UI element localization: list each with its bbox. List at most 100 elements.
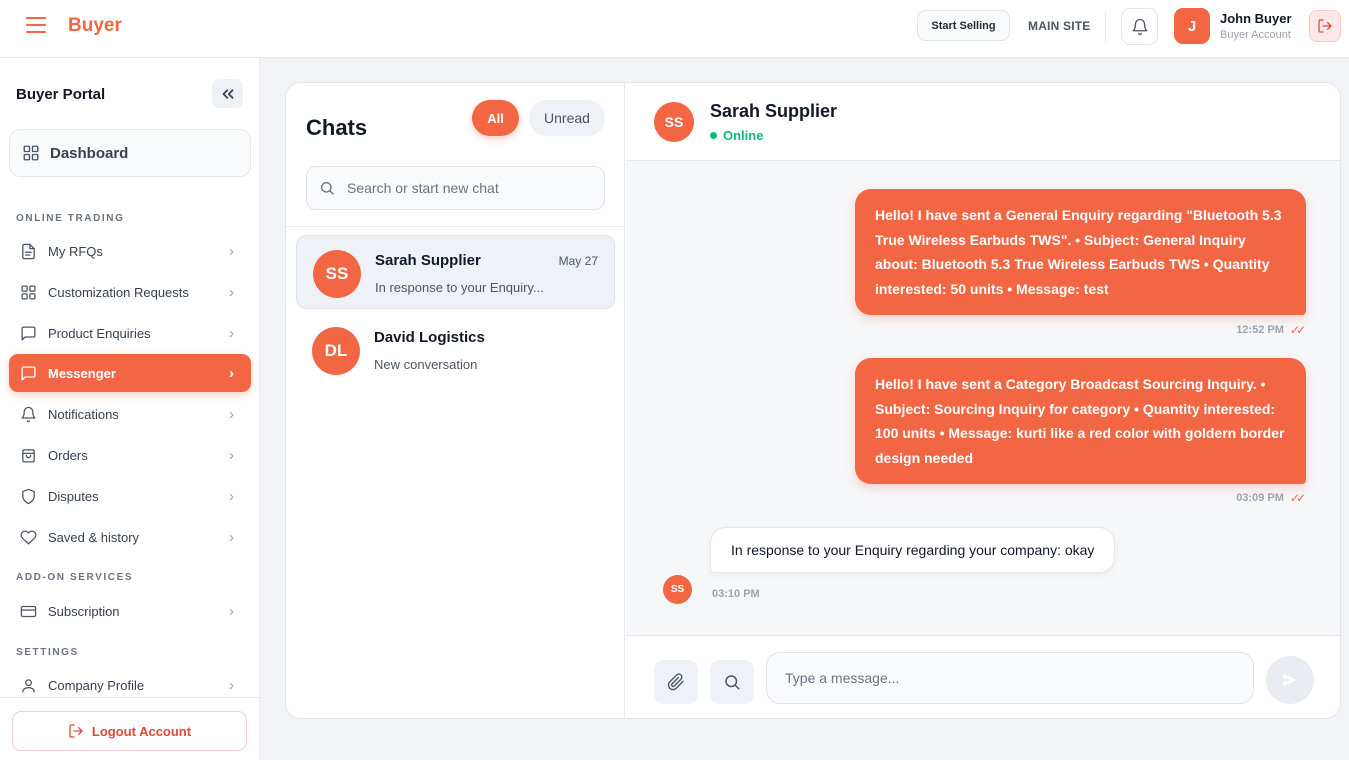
messenger-panel: Chats All Unread SS Sarah Supplier May 2… — [285, 82, 1341, 719]
sidebar-item-dashboard[interactable]: Dashboard — [9, 129, 251, 177]
logout-icon — [69, 724, 83, 738]
user-role: Buyer Account — [1220, 29, 1291, 41]
sidebar-item-label: Saved & history — [48, 529, 140, 545]
sidebar-item-label: Disputes — [48, 488, 99, 504]
header-divider — [1105, 12, 1106, 42]
chevron-right-icon: › — [229, 446, 234, 464]
logout-icon-button[interactable] — [1309, 10, 1341, 42]
sidebar-item-label: Company Profile — [48, 677, 145, 693]
sidebar-item-my-rfqs[interactable]: My RFQs › — [9, 232, 251, 270]
message-bubble-sent: Hello! I have sent a General Enquiry reg… — [855, 189, 1306, 315]
message-time: 12:52 PM — [1236, 324, 1284, 336]
start-selling-button[interactable]: Start Selling — [917, 10, 1010, 41]
tab-all[interactable]: All — [472, 100, 519, 136]
chat-icon — [21, 365, 36, 381]
chat-search-box — [306, 166, 605, 210]
sidebar: Buyer Portal Dashboard ONLINE TRADING My… — [0, 58, 260, 760]
sidebar-item-company-profile[interactable]: Company Profile › — [9, 666, 251, 704]
message-bubble-sent: Hello! I have sent a Category Broadcast … — [855, 358, 1306, 484]
chat-search-input[interactable] — [347, 180, 597, 196]
menu-icon[interactable] — [26, 17, 46, 35]
chevron-right-icon: › — [229, 676, 234, 694]
message-meta: 03:09 PM ✓✓ — [1236, 491, 1306, 505]
sidebar-item-label: Subscription — [48, 603, 120, 619]
logout-label: Logout Account — [91, 723, 192, 739]
attach-button[interactable] — [654, 660, 698, 704]
online-status: Online — [710, 128, 763, 143]
message-composer — [626, 635, 1340, 718]
logout-account-button[interactable]: Logout Account — [12, 711, 247, 751]
message-meta: 12:52 PM ✓✓ — [1236, 323, 1306, 337]
sidebar-item-customization-requests[interactable]: Customization Requests › — [9, 273, 251, 311]
search-icon — [321, 182, 334, 195]
sidebar-item-saved-history[interactable]: Saved & history › — [9, 518, 251, 556]
avatar: DL — [312, 327, 360, 375]
chevron-right-icon: › — [229, 242, 234, 260]
message-time: 03:09 PM — [1236, 492, 1284, 504]
chat-list-column: Chats All Unread SS Sarah Supplier May 2… — [286, 83, 625, 718]
document-icon — [22, 243, 35, 259]
bell-icon — [21, 406, 36, 422]
shield-icon — [22, 488, 35, 504]
chat-preview: New conversation — [374, 357, 478, 372]
sidebar-divider — [0, 697, 259, 698]
user-avatar[interactable]: J — [1174, 8, 1210, 44]
user-icon — [22, 678, 35, 693]
sidebar-item-product-enquiries[interactable]: Product Enquiries › — [9, 314, 251, 352]
collapse-sidebar-button[interactable] — [212, 79, 243, 108]
section-label-settings: SETTINGS — [16, 647, 79, 658]
sidebar-item-label: Customization Requests — [48, 284, 189, 300]
section-label-add-on-services: ADD-ON SERVICES — [16, 572, 134, 583]
sidebar-item-orders[interactable]: Orders › — [9, 436, 251, 474]
double-check-icon: ✓✓ — [1289, 491, 1306, 505]
search-icon — [725, 675, 740, 690]
main-site-link[interactable]: MAIN SITE — [1028, 19, 1090, 33]
user-name: John Buyer — [1220, 11, 1292, 26]
message-time: 03:10 PM — [712, 588, 760, 600]
message-thread: Hello! I have sent a General Enquiry reg… — [626, 161, 1340, 635]
top-header: Buyer Start Selling MAIN SITE J John Buy… — [0, 0, 1349, 58]
chevrons-left-icon — [222, 88, 233, 99]
grid-icon — [21, 284, 36, 300]
avatar: SS — [663, 575, 692, 604]
tab-unread[interactable]: Unread — [529, 100, 605, 136]
chevron-right-icon: › — [229, 405, 234, 423]
sidebar-item-label: Dashboard — [50, 144, 129, 162]
message-bubble-received: In response to your Enquiry regarding yo… — [710, 527, 1116, 573]
sidebar-item-label: Orders — [48, 447, 88, 463]
section-label-online-trading: ONLINE TRADING — [16, 213, 125, 224]
sidebar-item-notifications[interactable]: Notifications › — [9, 395, 251, 433]
contact-name: Sarah Supplier — [710, 101, 838, 121]
sidebar-item-messenger[interactable]: Messenger › — [9, 354, 251, 392]
double-check-icon: ✓✓ — [1289, 323, 1306, 337]
message-input[interactable] — [766, 652, 1254, 704]
chat-icon — [21, 325, 36, 341]
conversation-header: SS Sarah Supplier Online — [626, 83, 1340, 161]
chat-name: David Logistics — [374, 329, 485, 346]
message-search-button[interactable] — [710, 660, 754, 704]
avatar: SS — [654, 102, 694, 142]
sidebar-item-subscription[interactable]: Subscription › — [9, 592, 251, 630]
brand-logo[interactable]: Buyer — [68, 15, 122, 37]
send-button[interactable] — [1266, 656, 1314, 704]
bag-icon — [22, 448, 35, 463]
avatar: SS — [313, 250, 361, 298]
sidebar-item-disputes[interactable]: Disputes › — [9, 477, 251, 515]
chat-name: Sarah Supplier — [375, 252, 481, 269]
portal-title: Buyer Portal — [16, 86, 106, 103]
status-text: Online — [723, 128, 764, 143]
chat-date: May 27 — [558, 254, 598, 268]
heart-icon — [20, 529, 37, 545]
sidebar-item-label: Product Enquiries — [48, 325, 151, 341]
sidebar-item-label: Notifications — [48, 406, 119, 422]
online-dot-icon — [710, 132, 717, 139]
chevron-right-icon: › — [229, 364, 234, 382]
list-divider — [286, 226, 625, 227]
chat-preview: In response to your Enquiry... — [375, 280, 544, 295]
chevron-right-icon: › — [229, 487, 234, 505]
chat-item-david-logistics[interactable]: DL David Logistics New conversation — [296, 313, 615, 387]
chat-item-sarah-supplier[interactable]: SS Sarah Supplier May 27 In response to … — [296, 235, 615, 309]
notifications-button[interactable] — [1121, 8, 1158, 45]
bell-icon — [1132, 18, 1147, 35]
sidebar-item-label: Messenger — [48, 365, 116, 381]
